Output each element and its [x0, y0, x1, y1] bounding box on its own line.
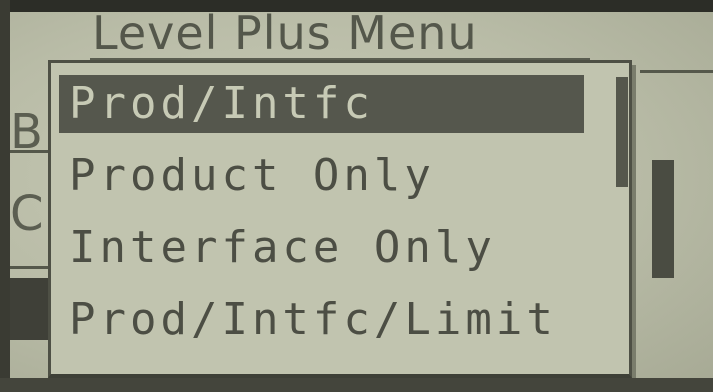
- page-title: Level Plus Menu: [92, 6, 478, 60]
- page-scrollbar[interactable]: [652, 160, 674, 278]
- popup-menu: Prod/Intfc Product Only Interface Only P…: [48, 60, 632, 378]
- background-menu-letter-c: C: [10, 186, 44, 242]
- background-divider: [10, 150, 50, 153]
- menu-item-interface-only[interactable]: Interface Only: [59, 219, 584, 277]
- background-divider: [10, 266, 50, 269]
- popup-scrollbar[interactable]: [616, 77, 628, 187]
- menu-item-product-only[interactable]: Product Only: [59, 147, 584, 205]
- menu-item-prod-intfc[interactable]: Prod/Intfc: [59, 75, 584, 133]
- header-divider-right: [640, 70, 713, 73]
- menu-item-prod-intfc-limit[interactable]: Prod/Intfc/Limit: [59, 291, 584, 349]
- bezel-left: [0, 0, 10, 392]
- lcd-screen: Level Plus Menu B C Prod/Intfc Product O…: [0, 0, 713, 392]
- bezel-bottom: [0, 378, 713, 392]
- background-menu-letter-b: B: [10, 104, 43, 160]
